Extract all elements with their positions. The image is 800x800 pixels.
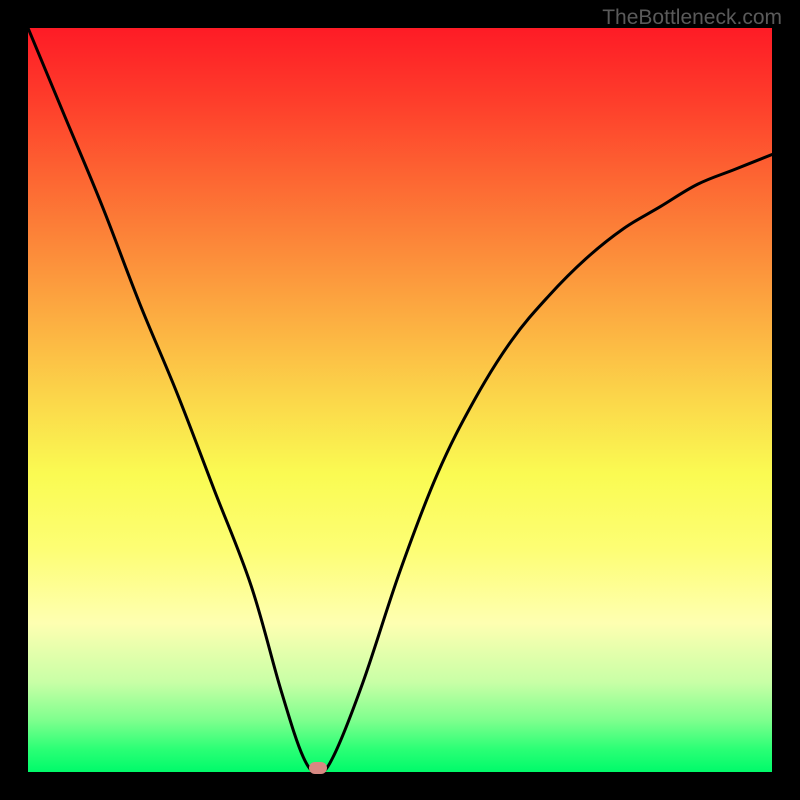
optimum-marker — [309, 762, 327, 774]
watermark-text: TheBottleneck.com — [602, 6, 782, 30]
bottleneck-curve-line — [28, 28, 772, 772]
chart-curve-svg — [28, 28, 772, 772]
chart-gradient-background — [28, 28, 772, 772]
